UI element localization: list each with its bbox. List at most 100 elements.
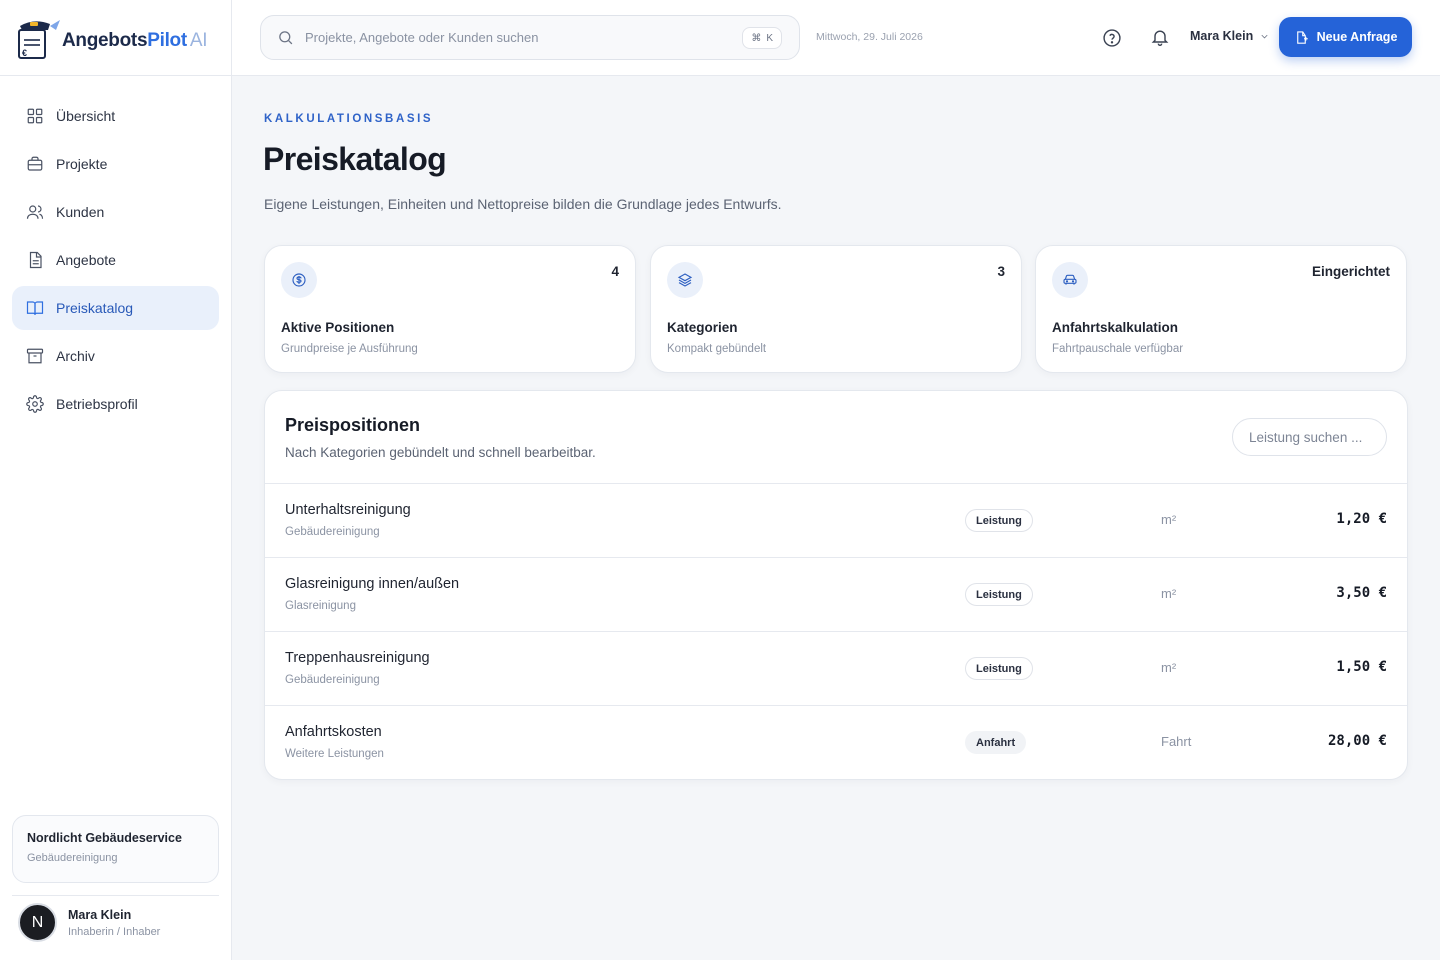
- type-badge: Leistung: [965, 509, 1033, 532]
- position-price: 3,50 €: [1336, 585, 1387, 601]
- position-name: Treppenhausreinigung: [285, 650, 430, 666]
- brand-name: AngebotsPilot AI: [62, 29, 208, 51]
- shortcut-hint: ⌘ K: [742, 27, 782, 49]
- pilot-logo-icon: €: [16, 16, 60, 60]
- main-content: KALKULATIONSBASIS Preiskatalog Eigene Le…: [232, 76, 1440, 960]
- svg-text:€: €: [22, 48, 27, 58]
- new-request-button[interactable]: Neue Anfrage: [1279, 17, 1412, 57]
- stat-card-categories: 3 Kategorien Kompakt gebündelt: [650, 245, 1022, 373]
- gear-icon: [26, 395, 44, 413]
- stat-label: Aktive Positionen: [281, 320, 395, 335]
- position-unit: m²: [1161, 586, 1177, 601]
- stat-label: Anfahrtskalkulation: [1052, 320, 1179, 335]
- sidebar-item-betriebsprofil[interactable]: Betriebsprofil: [12, 382, 219, 426]
- archive-icon: [26, 348, 44, 364]
- position-name: Unterhaltsreinigung: [285, 502, 411, 518]
- page-title: Preiskatalog: [263, 141, 447, 177]
- users-icon: [26, 205, 44, 219]
- type-badge: Leistung: [965, 583, 1033, 606]
- help-icon[interactable]: [1102, 28, 1122, 48]
- stat-value: 4: [611, 264, 619, 279]
- sidebar-item-label: Betriebsprofil: [56, 396, 138, 412]
- service-search[interactable]: [1232, 418, 1387, 456]
- position-category: Gebäudereinigung: [285, 674, 380, 686]
- sidebar-item-angebote[interactable]: Angebote: [12, 238, 219, 282]
- avatar: N: [18, 903, 57, 942]
- search-icon: [279, 31, 293, 45]
- position-unit: m²: [1161, 660, 1177, 675]
- sidebar: € AngebotsPilot AI Übersicht Projekte Kun…: [0, 0, 232, 960]
- document-icon: [29, 251, 42, 269]
- user-info: Mara Klein Inhaberin / Inhaber: [68, 908, 160, 938]
- sidebar-item-label: Projekte: [56, 156, 108, 172]
- book-icon: [26, 301, 44, 315]
- position-category: Glasreinigung: [285, 600, 356, 612]
- sidebar-item-label: Angebote: [56, 252, 116, 268]
- position-price: 28,00 €: [1327, 733, 1387, 749]
- sidebar-item-label: Archiv: [56, 348, 95, 364]
- user-menu[interactable]: Mara Klein: [1190, 29, 1270, 43]
- topbar: ⌘K Mittwoch, 29. Juli 2026 Mara Klein Ne…: [232, 0, 1440, 76]
- layers-icon: [667, 262, 703, 298]
- price-positions-card: Preispositionen Nach Kategorien gebündel…: [264, 390, 1408, 780]
- user-name: Mara Klein: [68, 907, 132, 922]
- position-category: Gebäudereinigung: [285, 526, 380, 538]
- table-title: Preispositionen: [285, 415, 421, 435]
- car-icon: [1052, 262, 1088, 298]
- position-unit: m²: [1161, 512, 1177, 527]
- position-name: Anfahrtskosten: [285, 724, 382, 740]
- service-search-input[interactable]: [1249, 429, 1374, 445]
- table-row[interactable]: Anfahrtskosten Weitere Leistungen Anfahr…: [265, 705, 1407, 779]
- logo[interactable]: € AngebotsPilot AI: [0, 0, 231, 76]
- new-document-icon: [1296, 30, 1308, 44]
- page-eyebrow: KALKULATIONSBASIS: [264, 113, 434, 125]
- table-row[interactable]: Glasreinigung innen/außen Glasreinigung …: [265, 557, 1407, 631]
- position-category: Weitere Leistungen: [285, 748, 384, 760]
- user-menu-name: Mara Klein: [1190, 29, 1254, 43]
- command-key-icon: ⌘: [751, 32, 762, 44]
- position-name: Glasreinigung innen/außen: [285, 576, 460, 592]
- page-subtitle: Eigene Leistungen, Einheiten und Nettopr…: [264, 196, 782, 212]
- stat-card-active-positions: 4 Aktive Positionen Grundpreise je Ausfü…: [264, 245, 636, 373]
- stat-sub: Fahrtpauschale verfügbar: [1052, 343, 1184, 355]
- briefcase-icon: [27, 156, 43, 171]
- position-price: 1,20 €: [1336, 511, 1387, 527]
- type-badge: Anfahrt: [965, 731, 1027, 754]
- sidebar-item-projekte[interactable]: Projekte: [12, 142, 219, 186]
- search-input[interactable]: [305, 30, 725, 45]
- sidebar-item-archiv[interactable]: Archiv: [12, 334, 219, 378]
- sidebar-item-label: Kunden: [56, 204, 105, 220]
- sidebar-user[interactable]: N Mara Klein Inhaberin / Inhaber: [18, 903, 160, 942]
- sidebar-item-preiskatalog[interactable]: Preiskatalog: [12, 286, 219, 330]
- position-price: 1,50 €: [1336, 659, 1387, 675]
- shortcut-key: K: [766, 32, 773, 44]
- stat-card-travel-calculation: Eingerichtet Anfahrtskalkulation Fahrtpa…: [1035, 245, 1407, 373]
- stat-sub: Grundpreise je Ausführung: [281, 343, 418, 355]
- new-request-label: Neue Anfrage: [1316, 30, 1398, 44]
- user-role: Inhaberin / Inhaber: [68, 925, 161, 938]
- stat-sub: Kompakt gebündelt: [667, 343, 767, 355]
- grid-icon: [27, 108, 43, 124]
- stat-value: 3: [997, 264, 1005, 279]
- company-name: Nordlicht Gebäudeservice: [27, 831, 182, 845]
- position-unit: Fahrt: [1161, 734, 1192, 749]
- current-date: Mittwoch, 29. Juli 2026: [816, 31, 923, 43]
- sidebar-item-label: Preiskatalog: [56, 300, 134, 316]
- table-row[interactable]: Treppenhausreinigung Gebäudereinigung Le…: [265, 631, 1407, 705]
- stat-label: Kategorien: [667, 320, 738, 335]
- sidebar-nav: Übersicht Projekte Kunden Angebote Preis…: [0, 76, 231, 426]
- dollar-icon: [281, 262, 317, 298]
- bell-icon[interactable]: [1150, 27, 1170, 47]
- chevron-down-icon: [1261, 34, 1268, 38]
- company-card[interactable]: Nordlicht Gebäudeservice Gebäudereinigun…: [12, 815, 219, 883]
- sidebar-item-label: Übersicht: [56, 108, 116, 124]
- sidebar-item-uebersicht[interactable]: Übersicht: [12, 94, 219, 138]
- sidebar-item-kunden[interactable]: Kunden: [12, 190, 219, 234]
- stat-value: Eingerichtet: [1311, 264, 1390, 279]
- global-search[interactable]: ⌘K: [260, 15, 800, 60]
- type-badge: Leistung: [965, 657, 1033, 680]
- table-row[interactable]: Unterhaltsreinigung Gebäudereinigung Lei…: [265, 483, 1407, 557]
- company-type: Gebäudereinigung: [27, 852, 118, 864]
- price-list: Unterhaltsreinigung Gebäudereinigung Lei…: [265, 483, 1407, 779]
- sidebar-divider: [12, 895, 219, 896]
